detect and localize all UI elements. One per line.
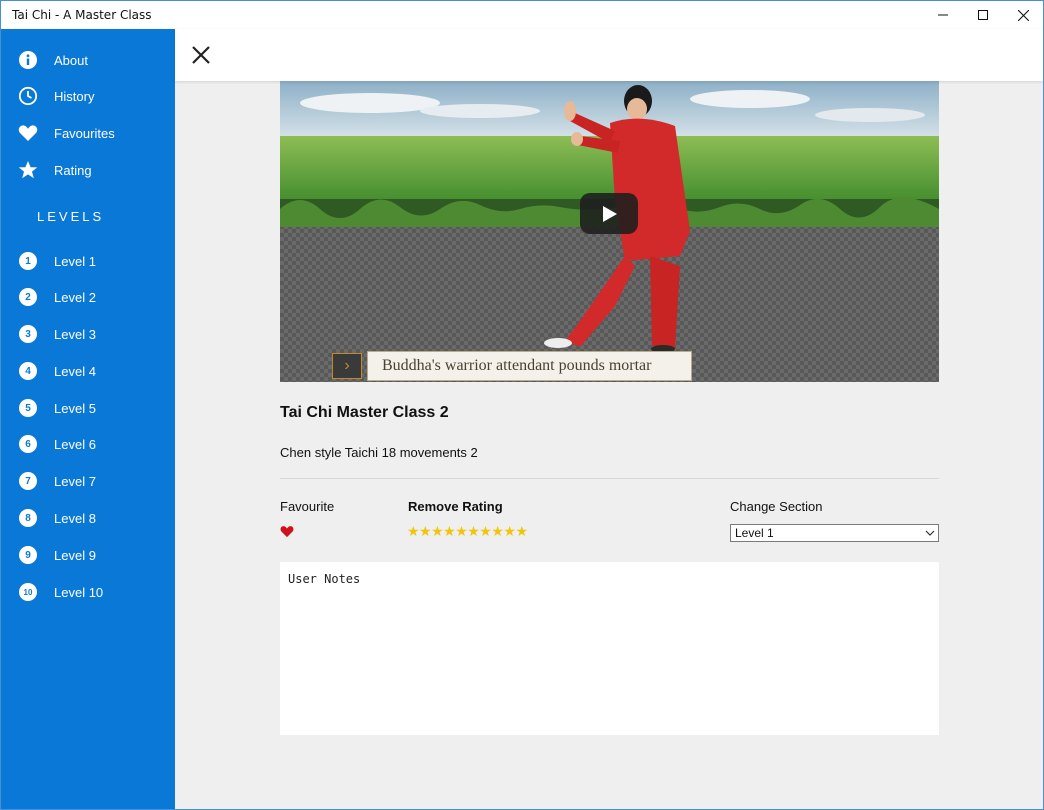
sidebar-item-level-6[interactable]: 6 Level 6 xyxy=(1,426,175,462)
app-window: Tai Chi - A Master Class About History F… xyxy=(0,0,1044,810)
sidebar-item-level-10[interactable]: 10 Level 10 xyxy=(1,574,175,610)
number-4-icon: 4 xyxy=(19,362,37,380)
sidebar-item-label: Level 3 xyxy=(54,326,96,342)
caption-arrow-icon: › xyxy=(332,353,362,379)
number-3-icon: 3 xyxy=(19,325,37,343)
video-caption: Buddha's warrior attendant pounds mortar xyxy=(367,351,692,381)
remove-rating-button[interactable]: Remove Rating xyxy=(408,499,503,514)
sidebar-item-level-1[interactable]: 1 Level 1 xyxy=(1,243,175,279)
sidebar-item-label: Level 8 xyxy=(54,510,96,526)
sidebar-item-label: About xyxy=(54,52,88,68)
chevron-down-icon xyxy=(925,530,935,536)
section-select-value: Level 1 xyxy=(735,526,774,540)
sidebar-item-label: Level 2 xyxy=(54,289,96,305)
number-2-icon: 2 xyxy=(19,288,37,306)
sidebar-item-label: Level 4 xyxy=(54,363,96,379)
sidebar-item-favourites[interactable]: Favourites xyxy=(1,115,175,151)
minimize-button[interactable] xyxy=(923,1,963,29)
sidebar-item-label: Level 7 xyxy=(54,473,96,489)
sidebar-item-level-7[interactable]: 7 Level 7 xyxy=(1,463,175,499)
close-window-button[interactable] xyxy=(1003,1,1043,29)
video-title: Tai Chi Master Class 2 xyxy=(280,404,449,421)
sidebar-item-history[interactable]: History xyxy=(1,78,175,114)
minimize-icon xyxy=(938,14,948,16)
number-5-icon: 5 xyxy=(19,399,37,417)
number-1-icon: 1 xyxy=(19,252,37,270)
number-8-icon: 8 xyxy=(19,509,37,527)
divider xyxy=(280,478,939,479)
sidebar-item-level-2[interactable]: 2 Level 2 xyxy=(1,279,175,315)
sidebar-item-label: Level 10 xyxy=(54,584,104,600)
play-button[interactable] xyxy=(580,193,638,234)
sidebar-item-label: Level 9 xyxy=(54,547,96,563)
maximize-icon xyxy=(978,10,988,20)
number-6-icon: 6 xyxy=(19,435,37,453)
star-icon xyxy=(17,159,39,181)
sidebar-item-label: Favourites xyxy=(54,125,115,141)
video-player[interactable]: › Buddha's warrior attendant pounds mort… xyxy=(280,81,939,382)
sidebar-item-label: Level 5 xyxy=(54,400,96,416)
levels-header: LEVELS xyxy=(37,209,105,224)
heart-icon xyxy=(280,526,294,538)
sidebar-item-level-4[interactable]: 4 Level 4 xyxy=(1,353,175,389)
close-pane-button[interactable] xyxy=(189,43,213,67)
sidebar-item-label: History xyxy=(54,88,95,104)
play-icon xyxy=(603,205,617,222)
window-title: Tai Chi - A Master Class xyxy=(12,8,152,22)
number-10-icon: 10 xyxy=(19,583,37,601)
favourite-toggle[interactable] xyxy=(280,525,294,538)
favourite-label: Favourite xyxy=(280,499,335,514)
sidebar-item-label: Level 6 xyxy=(54,436,96,452)
sidebar-item-level-8[interactable]: 8 Level 8 xyxy=(1,500,175,536)
rating-stars[interactable]: ★★★★★★★★★★ xyxy=(407,523,528,539)
sidebar-item-label: Level 1 xyxy=(54,253,96,269)
sidebar: About History Favourites Rating LEVELS 1… xyxy=(1,29,175,809)
title-bar: Tai Chi - A Master Class xyxy=(1,1,1043,29)
info-icon xyxy=(17,49,39,71)
heart-icon xyxy=(17,122,39,144)
sidebar-item-level-3[interactable]: 3 Level 3 xyxy=(1,316,175,352)
sidebar-item-level-9[interactable]: 9 Level 9 xyxy=(1,537,175,573)
top-bar xyxy=(175,29,1043,81)
section-select[interactable]: Level 1 xyxy=(730,524,939,542)
number-7-icon: 7 xyxy=(19,472,37,490)
close-icon xyxy=(1017,9,1029,21)
sidebar-item-rating[interactable]: Rating xyxy=(1,152,175,188)
user-notes-input[interactable] xyxy=(280,562,939,735)
sidebar-item-label: Rating xyxy=(54,162,92,178)
maximize-button[interactable] xyxy=(963,1,1003,29)
number-9-icon: 9 xyxy=(19,546,37,564)
video-description: Chen style Taichi 18 movements 2 xyxy=(280,445,478,460)
sidebar-item-level-5[interactable]: 5 Level 5 xyxy=(1,390,175,426)
clock-icon xyxy=(17,85,39,107)
sidebar-item-about[interactable]: About xyxy=(1,42,175,78)
change-section-label: Change Section xyxy=(730,499,823,514)
close-icon xyxy=(192,46,210,64)
